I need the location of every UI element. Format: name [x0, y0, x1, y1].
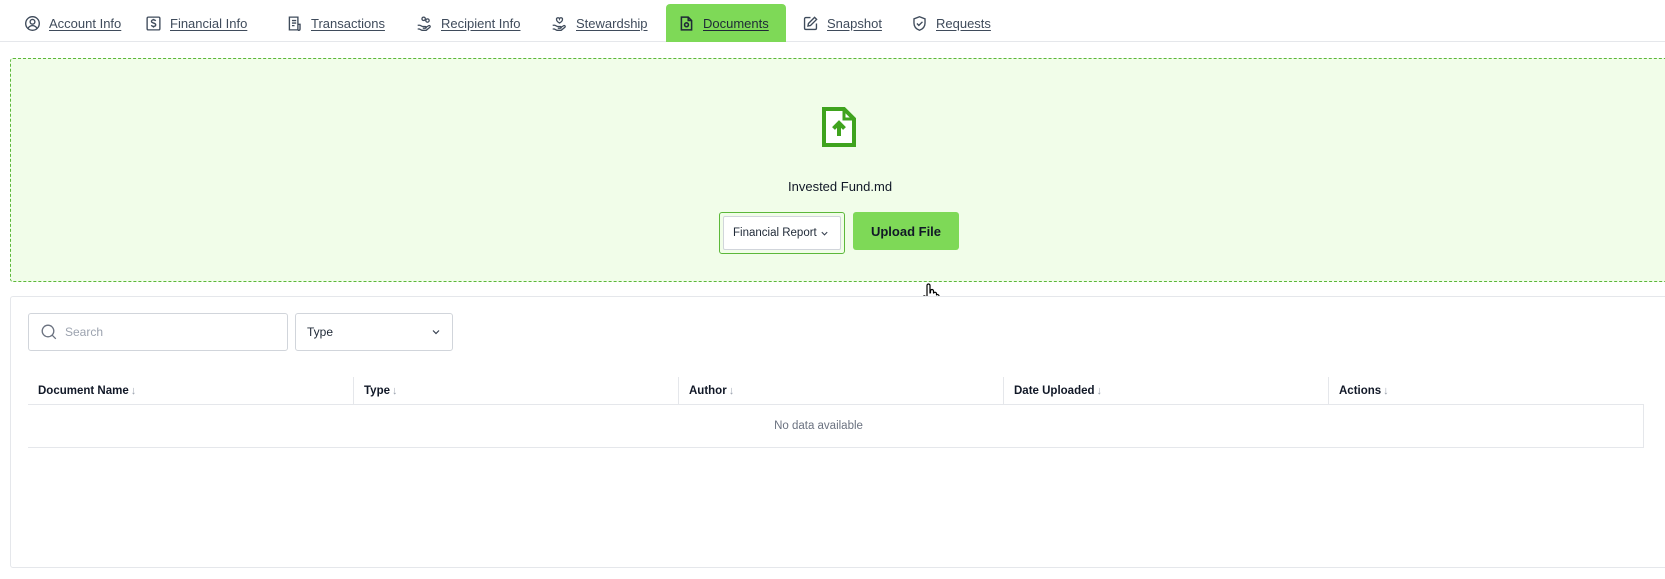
tab-label: Documents	[703, 15, 769, 31]
sort-arrow-icon: ↓	[1096, 385, 1103, 397]
sort-arrow-icon: ↓	[130, 385, 137, 397]
hand-heart-icon	[552, 16, 566, 31]
column-label: Type	[364, 385, 390, 397]
tab-label: Account Info	[49, 15, 122, 31]
file-dropzone[interactable]: Invested Fund.md Financial Report Upload…	[10, 58, 1665, 307]
search-box[interactable]	[28, 313, 288, 351]
tab-recipient-info[interactable]: Recipient Info	[404, 4, 533, 42]
table-header: Document Name ↓ Type ↓ Author ↓ Date Upload…	[28, 377, 1644, 405]
search-icon	[41, 324, 57, 340]
documents-table: Document Name ↓ Type ↓ Author ↓ Date Upload…	[28, 377, 1644, 448]
chevron-down-icon	[432, 330, 440, 335]
column-label: Actions	[1339, 385, 1382, 397]
dollar-square-icon	[146, 15, 161, 31]
edit-note-icon	[803, 15, 818, 30]
column-label: Date Uploaded	[1014, 385, 1095, 397]
selected-file-name: Invested Fund.md	[788, 179, 893, 194]
empty-state-row: No data available	[28, 405, 1644, 448]
tab-label: Snapshot	[827, 15, 882, 31]
column-header-author[interactable]: Author ↓	[678, 377, 734, 405]
document-icon	[680, 15, 693, 31]
column-label: Author	[689, 385, 727, 397]
tab-label: Financial Info	[170, 15, 248, 31]
document-type-value: Financial Report	[733, 227, 817, 239]
search-input[interactable]	[65, 325, 265, 339]
chevron-down-icon	[821, 231, 828, 236]
column-header-type[interactable]: Type ↓	[353, 377, 398, 405]
document-type-select[interactable]: Financial Report	[723, 216, 841, 250]
type-filter-select[interactable]: Type	[295, 313, 453, 351]
column-label: Document Name	[38, 385, 129, 397]
tab-transactions[interactable]: Transactions	[274, 4, 397, 42]
column-header-actions[interactable]: Actions ↓	[1328, 377, 1389, 405]
tab-documents[interactable]: Documents	[666, 4, 786, 42]
shield-check-icon	[913, 15, 926, 31]
tab-label: Stewardship	[576, 15, 648, 31]
tab-requests[interactable]: Requests	[899, 4, 1003, 42]
hand-coins-icon	[417, 15, 431, 31]
sort-arrow-icon: ↓	[392, 385, 398, 397]
tab-label: Requests	[936, 15, 991, 31]
sort-arrow-icon: ↓	[728, 385, 735, 397]
sort-arrow-icon: ↓	[1383, 385, 1389, 397]
document-type-select-focus-ring: Financial Report	[719, 212, 845, 254]
file-upload-icon	[822, 107, 856, 147]
documents-panel: Type Document Name↓ Type↓ Author↓ Date U…	[10, 296, 1665, 568]
receipt-icon	[288, 15, 301, 31]
tab-bar: Account Info Financial Info Transactions…	[0, 0, 1665, 42]
tab-financial-info[interactable]: Financial Info	[133, 4, 259, 42]
upload-file-button[interactable]: Upload File	[853, 212, 959, 250]
tab-snapshot[interactable]: Snapshot	[790, 4, 894, 42]
column-header-date-uploaded[interactable]: Date Uploaded ↓	[1003, 377, 1102, 405]
column-header-document-name[interactable]: Document Name ↓	[28, 377, 136, 405]
tab-label: Recipient Info	[441, 15, 521, 31]
type-filter-value: Type	[307, 325, 334, 339]
empty-state-message: No data available	[774, 420, 863, 432]
user-circle-icon	[25, 15, 40, 31]
tab-stewardship[interactable]: Stewardship	[539, 4, 660, 42]
tab-account-info[interactable]: Account Info	[12, 4, 133, 42]
tab-label: Transactions	[311, 15, 385, 31]
